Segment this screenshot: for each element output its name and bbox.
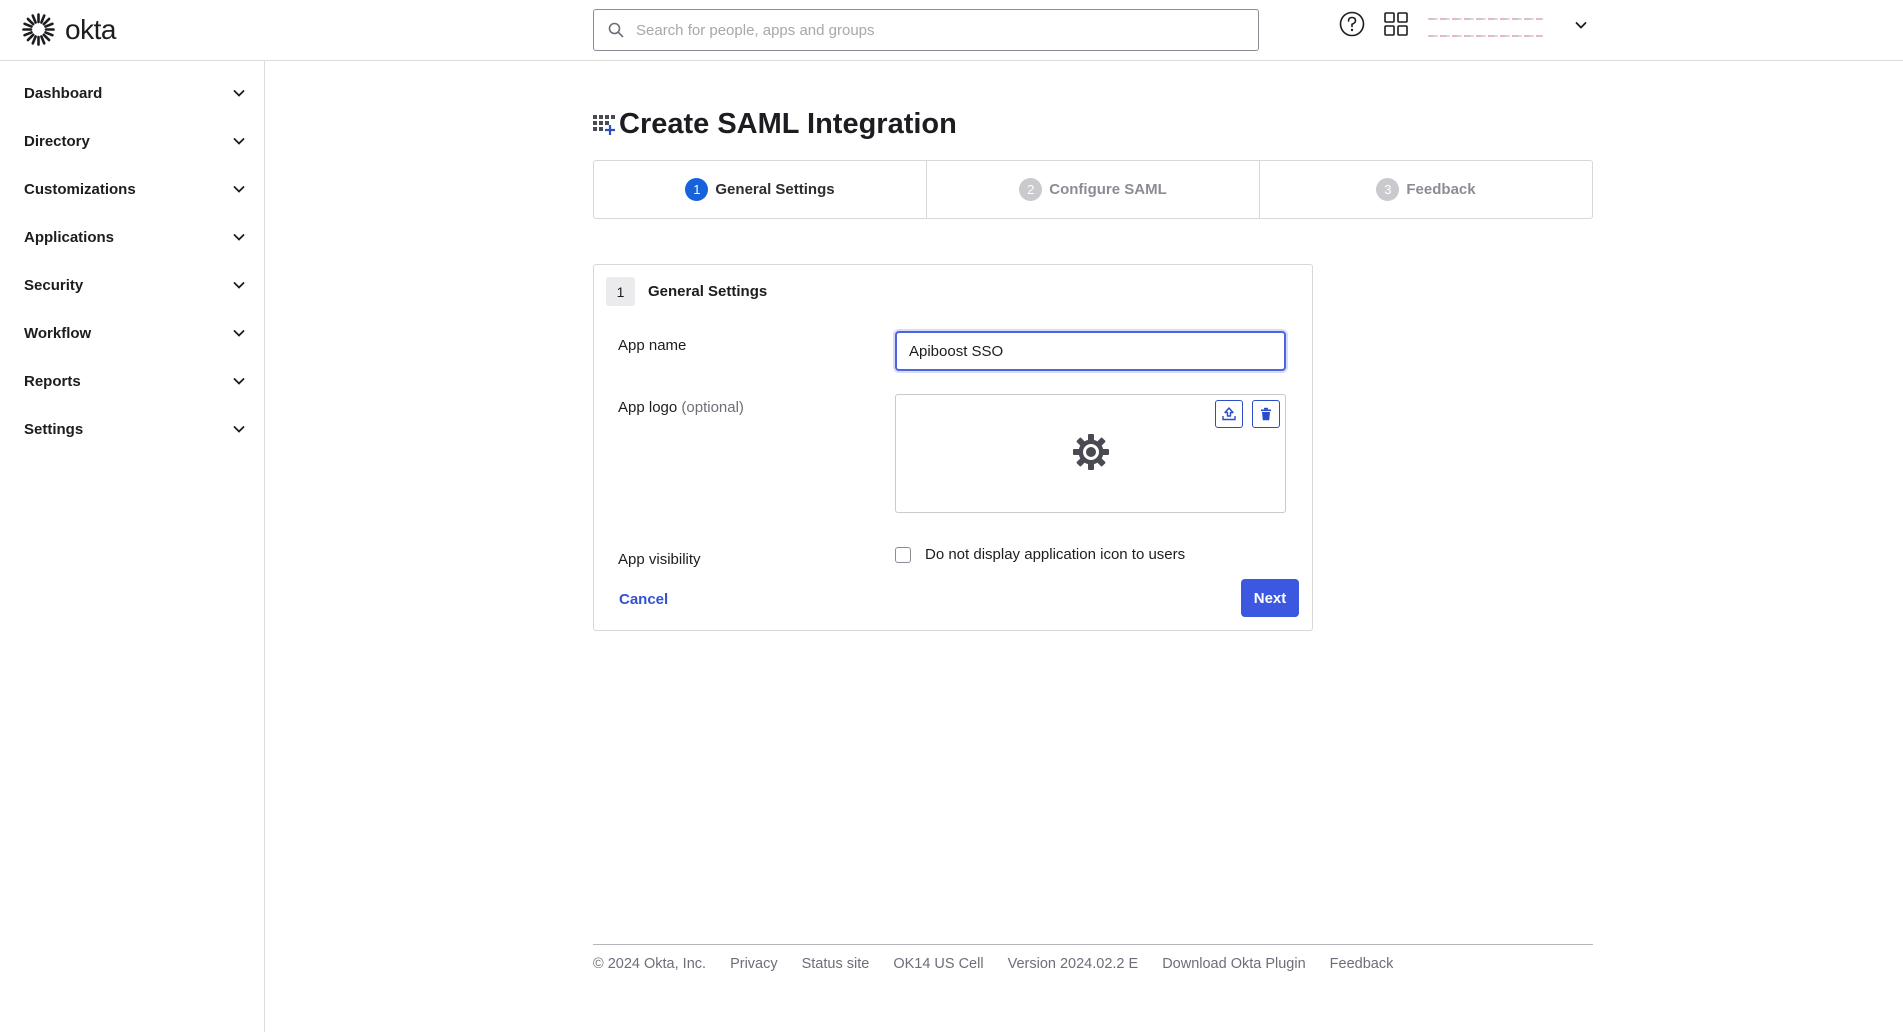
page-heading: Create SAML Integration: [619, 108, 957, 140]
step-configure-saml: 2 Configure SAML: [927, 161, 1260, 218]
okta-logo-icon: [22, 13, 55, 46]
add-app-icon: [593, 114, 615, 135]
app-name-input[interactable]: [895, 331, 1286, 371]
upload-icon: [1222, 407, 1236, 421]
search-input[interactable]: [636, 21, 1236, 39]
general-settings-card: 1 General Settings App name App logo (op…: [593, 264, 1313, 631]
cancel-button[interactable]: Cancel: [619, 591, 668, 608]
optional-hint: (optional): [681, 399, 744, 416]
step-number: 2: [1019, 178, 1043, 201]
user-org-redacted: [1428, 35, 1543, 37]
sidebar: Dashboard Directory Customizations Appli…: [0, 61, 265, 1032]
sidebar-item-label: Dashboard: [24, 84, 103, 102]
chevron-down-icon[interactable]: [1574, 18, 1588, 32]
delete-logo-button[interactable]: [1252, 400, 1280, 428]
card-header: 1 General Settings: [606, 277, 767, 306]
chevron-down-icon: [233, 186, 245, 193]
sidebar-item-security[interactable]: Security: [24, 270, 246, 300]
hide-icon-checkbox-label[interactable]: Do not display application icon to users: [925, 546, 1185, 563]
sidebar-item-label: Directory: [24, 132, 90, 150]
brand-name: okta: [65, 13, 116, 45]
okta-logo[interactable]: okta: [22, 13, 116, 46]
chevron-down-icon: [233, 234, 245, 241]
footer-link-status-site[interactable]: Status site: [802, 956, 870, 972]
chevron-down-icon: [233, 90, 245, 97]
upload-logo-button[interactable]: [1215, 400, 1243, 428]
step-label: General Settings: [715, 181, 835, 198]
footer-version: Version 2024.02.2 E: [1007, 956, 1139, 972]
step-feedback: 3 Feedback: [1260, 161, 1592, 218]
copyright: © 2024 Okta, Inc.: [593, 956, 707, 972]
sidebar-item-label: Applications: [24, 228, 115, 246]
hide-icon-checkbox[interactable]: [895, 546, 911, 563]
visibility-option: Do not display application icon to users: [895, 546, 1185, 563]
app-logo-label: App logo (optional): [618, 399, 744, 416]
chevron-down-icon: [233, 426, 245, 433]
app-logo-label-text: App logo: [618, 399, 678, 416]
step-number: 1: [685, 178, 709, 201]
global-search[interactable]: [593, 9, 1259, 51]
sidebar-item-label: Customizations: [24, 180, 136, 198]
footer-cell: OK14 US Cell: [893, 956, 984, 972]
sidebar-item-label: Security: [24, 276, 84, 294]
step-general-settings: 1 General Settings: [594, 161, 927, 218]
sidebar-item-label: Workflow: [24, 324, 92, 342]
sidebar-item-applications[interactable]: Applications: [24, 222, 246, 252]
step-number: 3: [1376, 178, 1400, 201]
gear-icon: [1073, 434, 1109, 470]
sidebar-item-directory[interactable]: Directory: [24, 126, 246, 156]
app-logo-dropzone[interactable]: [895, 394, 1286, 513]
section-number: 1: [606, 277, 635, 306]
app-visibility-label: App visibility: [618, 551, 701, 568]
footer-link-privacy[interactable]: Privacy: [730, 956, 778, 972]
help-icon[interactable]: [1339, 11, 1365, 37]
apps-grid-icon[interactable]: [1384, 12, 1408, 36]
user-name-redacted: [1428, 18, 1543, 20]
trash-icon: [1261, 407, 1271, 421]
user-menu[interactable]: [1428, 13, 1588, 43]
page-title: Create SAML Integration: [593, 108, 957, 141]
footer-link-feedback[interactable]: Feedback: [1330, 956, 1394, 972]
top-header: okta: [0, 0, 1903, 61]
footer: © 2024 Okta, Inc. Privacy Status site OK…: [593, 944, 1593, 972]
chevron-down-icon: [233, 138, 245, 145]
chevron-down-icon: [233, 378, 245, 385]
section-title: General Settings: [648, 283, 768, 300]
sidebar-item-workflow[interactable]: Workflow: [24, 318, 246, 348]
step-label: Configure SAML: [1049, 181, 1167, 198]
sidebar-item-customizations[interactable]: Customizations: [24, 174, 246, 204]
sidebar-item-label: Reports: [24, 372, 81, 390]
chevron-down-icon: [233, 330, 245, 337]
chevron-down-icon: [233, 282, 245, 289]
next-button[interactable]: Next: [1241, 579, 1299, 617]
sidebar-item-dashboard[interactable]: Dashboard: [24, 78, 246, 108]
sidebar-item-settings[interactable]: Settings: [24, 414, 246, 444]
sidebar-item-reports[interactable]: Reports: [24, 366, 246, 396]
sidebar-item-label: Settings: [24, 420, 84, 438]
step-label: Feedback: [1406, 181, 1476, 198]
app-name-label: App name: [618, 337, 687, 354]
wizard-stepper: 1 General Settings 2 Configure SAML 3 Fe…: [593, 160, 1593, 219]
footer-link-download-plugin[interactable]: Download Okta Plugin: [1162, 956, 1305, 972]
search-icon: [608, 22, 624, 38]
